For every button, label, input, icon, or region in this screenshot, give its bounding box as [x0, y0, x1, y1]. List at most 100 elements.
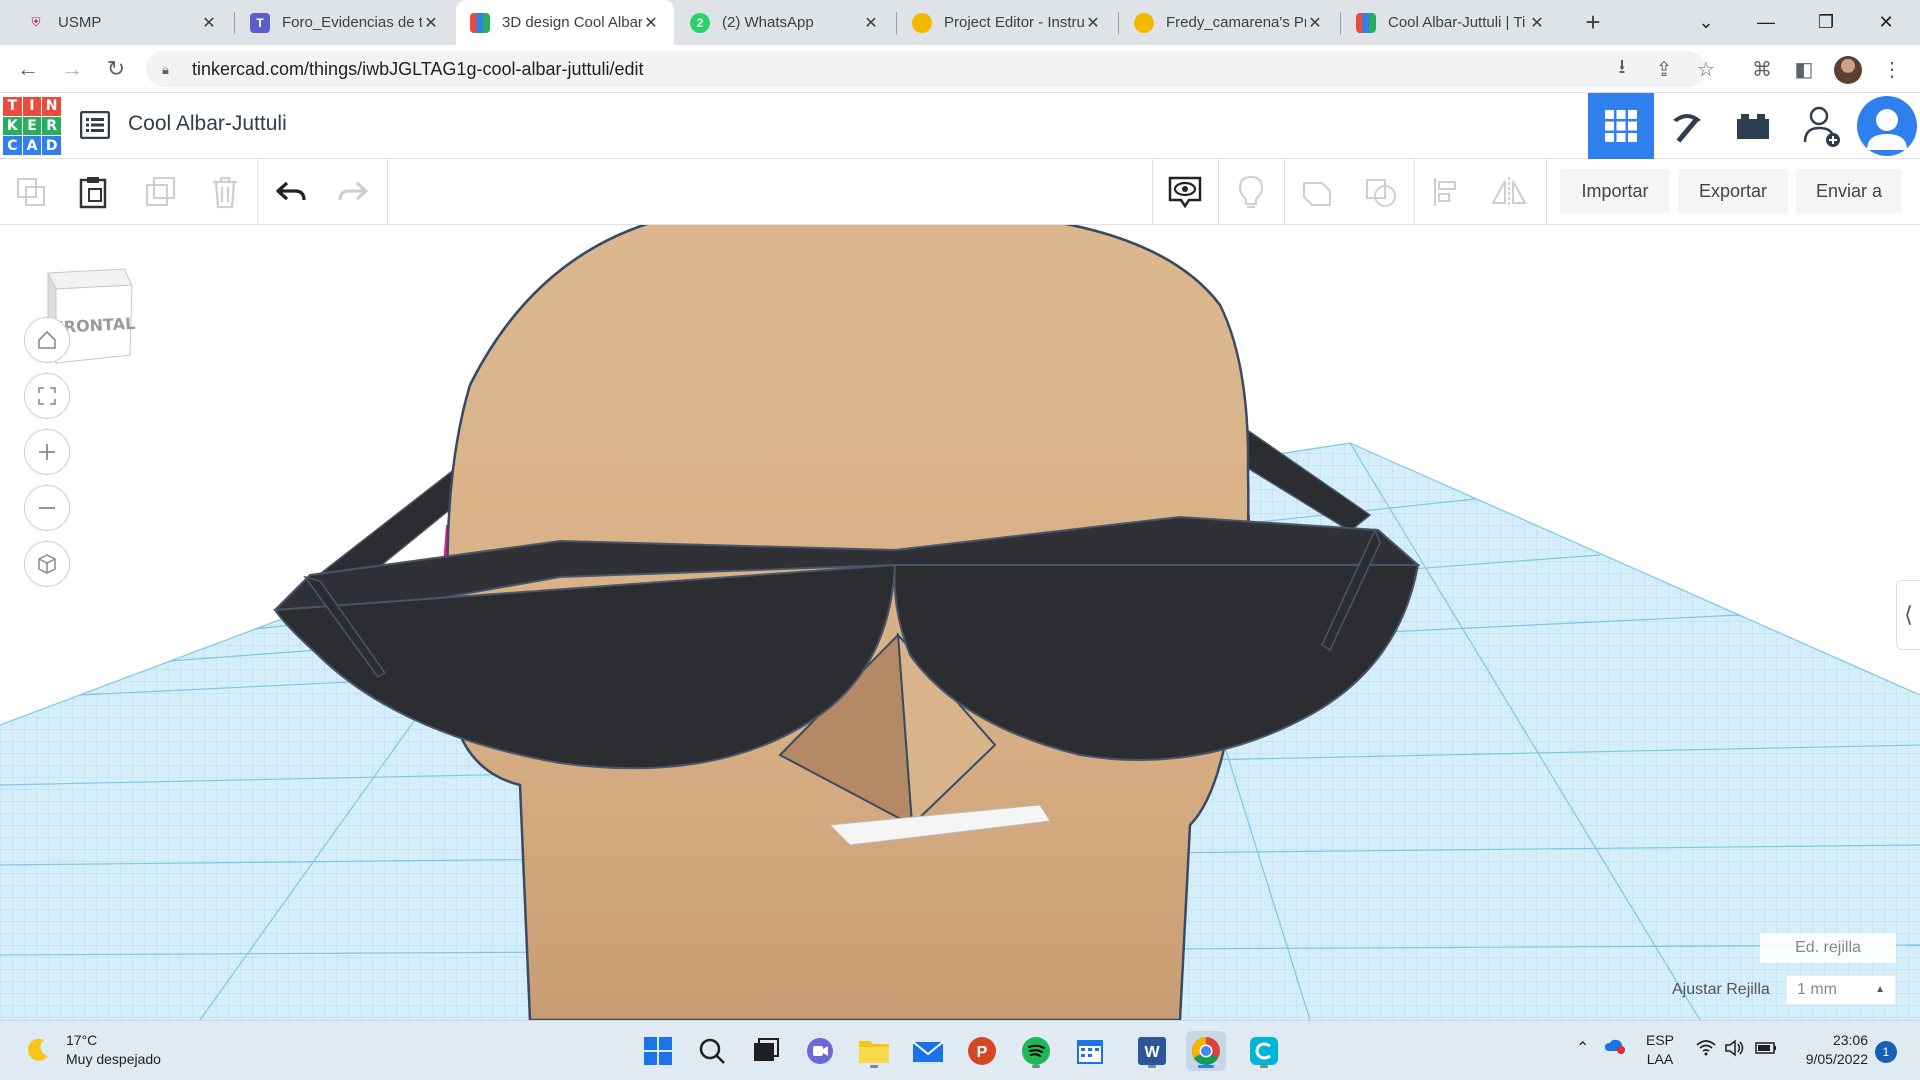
zoom-in-button[interactable] [24, 429, 70, 475]
ungroup-button[interactable] [1350, 159, 1412, 225]
send-to-button[interactable]: Enviar a [1796, 169, 1902, 213]
side-panel-icon[interactable]: ◧ [1788, 53, 1820, 85]
3d-scene[interactable] [0, 225, 1920, 1020]
onedrive-icon[interactable] [1604, 1037, 1626, 1060]
notification-badge[interactable]: 1 [1875, 1041, 1897, 1063]
close-icon[interactable]: ✕ [422, 13, 440, 33]
browser-tab[interactable]: 2 (2) WhatsApp ✕ [676, 0, 894, 45]
minimize-button[interactable]: — [1736, 0, 1796, 45]
back-arrow-icon[interactable]: ← [12, 53, 44, 85]
mail-button[interactable] [908, 1031, 948, 1071]
home-view-button[interactable] [24, 317, 70, 363]
tinkercad-icon [470, 12, 490, 33]
install-app-icon[interactable]: ⭳ [1606, 53, 1638, 85]
paste-button[interactable] [62, 159, 124, 225]
svg-text:P: P [977, 1044, 988, 1061]
delete-button[interactable] [194, 159, 256, 225]
chevron-up-icon[interactable]: ⌃ [1576, 1039, 1589, 1058]
eye-comment-icon [1168, 176, 1202, 209]
align-button[interactable] [1416, 159, 1478, 225]
tinkercad-logo[interactable]: T I N K E R C A D [3, 97, 61, 155]
bricks-button[interactable] [1720, 93, 1786, 159]
close-icon[interactable]: ✕ [1528, 13, 1546, 33]
search-button[interactable] [692, 1031, 732, 1071]
clock[interactable]: 23:06 9/05/2022 [1790, 1031, 1868, 1069]
copy-button[interactable] [0, 159, 62, 225]
redo-button[interactable] [322, 159, 384, 225]
undo-button[interactable] [260, 159, 322, 225]
battery-icon[interactable] [1754, 1039, 1778, 1062]
url-field[interactable]: 🔒︎ tinkercad.com/things/iwbJGLTAG1g-cool… [146, 51, 1706, 87]
design-title[interactable]: Cool Albar-Juttuli [128, 112, 287, 136]
c-app-icon [1250, 1037, 1278, 1065]
canva-button[interactable] [1244, 1031, 1284, 1071]
perspective-button[interactable] [24, 541, 70, 587]
mirror-button[interactable] [1478, 159, 1540, 225]
language-indicator[interactable]: ESP LAA [1646, 1031, 1674, 1069]
browser-tab[interactable]: Project Editor - Instru ✕ [898, 0, 1116, 45]
shapes-panel-toggle[interactable]: ⟨ [1896, 580, 1920, 650]
calendar-button[interactable] [1070, 1031, 1110, 1071]
workplane-viewport[interactable]: FRONTAL ⟨ Ed. rejilla Ajustar Rejilla 1 … [0, 225, 1920, 1020]
chrome-button[interactable] [1186, 1031, 1226, 1071]
word-button[interactable]: W [1132, 1031, 1172, 1071]
windows-icon [644, 1037, 672, 1065]
group-button[interactable] [1286, 159, 1348, 225]
export-button[interactable]: Exportar [1678, 169, 1788, 213]
import-button[interactable]: Importar [1560, 169, 1670, 213]
user-avatar[interactable] [1857, 96, 1917, 156]
restore-button[interactable]: ❐ [1796, 0, 1856, 45]
task-view-button[interactable] [746, 1031, 786, 1071]
notes-visibility-button[interactable] [1154, 159, 1216, 225]
3d-view-button[interactable] [1588, 93, 1654, 159]
edit-grid-button[interactable]: Ed. rejilla [1760, 933, 1896, 963]
user-silhouette-icon [1867, 109, 1907, 150]
light-button[interactable] [1220, 159, 1282, 225]
close-icon[interactable]: ✕ [862, 13, 880, 33]
share-icon[interactable]: ⇪ [1648, 53, 1680, 85]
forward-arrow-icon[interactable]: → [56, 53, 88, 85]
new-tab-button[interactable]: + [1578, 8, 1608, 38]
start-button[interactable] [638, 1031, 678, 1071]
speaker-icon[interactable] [1724, 1039, 1746, 1062]
close-icon[interactable]: ✕ [1084, 13, 1102, 33]
spotify-button[interactable] [1016, 1031, 1056, 1071]
chevron-left-icon: ⟨ [1904, 602, 1913, 627]
browser-tab[interactable]: Fredy_camarena's Pr ✕ [1120, 0, 1338, 45]
weather-description: Muy despejado [66, 1051, 161, 1067]
weather-widget[interactable]: 17°C Muy despejado [24, 1031, 161, 1069]
invite-user-button[interactable] [1790, 93, 1856, 159]
tab-search-icon[interactable]: ⌄ [1676, 0, 1736, 45]
grid-icon [1605, 110, 1637, 142]
close-icon[interactable]: ✕ [200, 13, 218, 33]
duplicate-button[interactable] [130, 159, 192, 225]
blocks-button[interactable] [1654, 93, 1720, 159]
wifi-icon[interactable] [1696, 1039, 1716, 1062]
toolbar-divider [1284, 159, 1285, 225]
browser-menu-icon[interactable]: ⋮ [1876, 53, 1908, 85]
snap-grid-select[interactable]: 1 mm ▲ [1786, 975, 1896, 1005]
bookmark-star-icon[interactable]: ☆ [1690, 53, 1722, 85]
close-icon[interactable]: ✕ [1306, 13, 1324, 33]
folder-icon [859, 1041, 889, 1063]
file-explorer-button[interactable] [854, 1031, 894, 1071]
close-window-button[interactable]: ✕ [1856, 0, 1916, 45]
trash-icon [213, 176, 237, 209]
browser-tab[interactable]: Cool Albar-Juttuli | Ti ✕ [1342, 0, 1560, 45]
extensions-puzzle-icon[interactable]: ⌘ [1746, 53, 1778, 85]
close-icon[interactable]: ✕ [642, 13, 660, 33]
powerpoint-button[interactable]: P [962, 1031, 1002, 1071]
browser-tab[interactable]: T Foro_Evidencias de tr ✕ [236, 0, 454, 45]
reload-icon[interactable]: ↻ [100, 53, 132, 85]
usmp-shield-icon: ⛨ [31, 15, 41, 29]
tab-divider [896, 12, 897, 34]
add-user-icon [1803, 106, 1840, 147]
fit-view-button[interactable] [24, 373, 70, 419]
browser-tab[interactable]: ⛨ USMP ✕ [12, 0, 232, 45]
browser-tab-active[interactable]: 3D design Cool Albar ✕ [456, 0, 674, 45]
zoom-out-button[interactable] [24, 485, 70, 531]
browser-profile-avatar[interactable] [1834, 56, 1862, 84]
teams-chat-button[interactable] [800, 1031, 840, 1071]
teams-icon: T [250, 12, 270, 33]
design-list-icon[interactable] [80, 111, 110, 139]
